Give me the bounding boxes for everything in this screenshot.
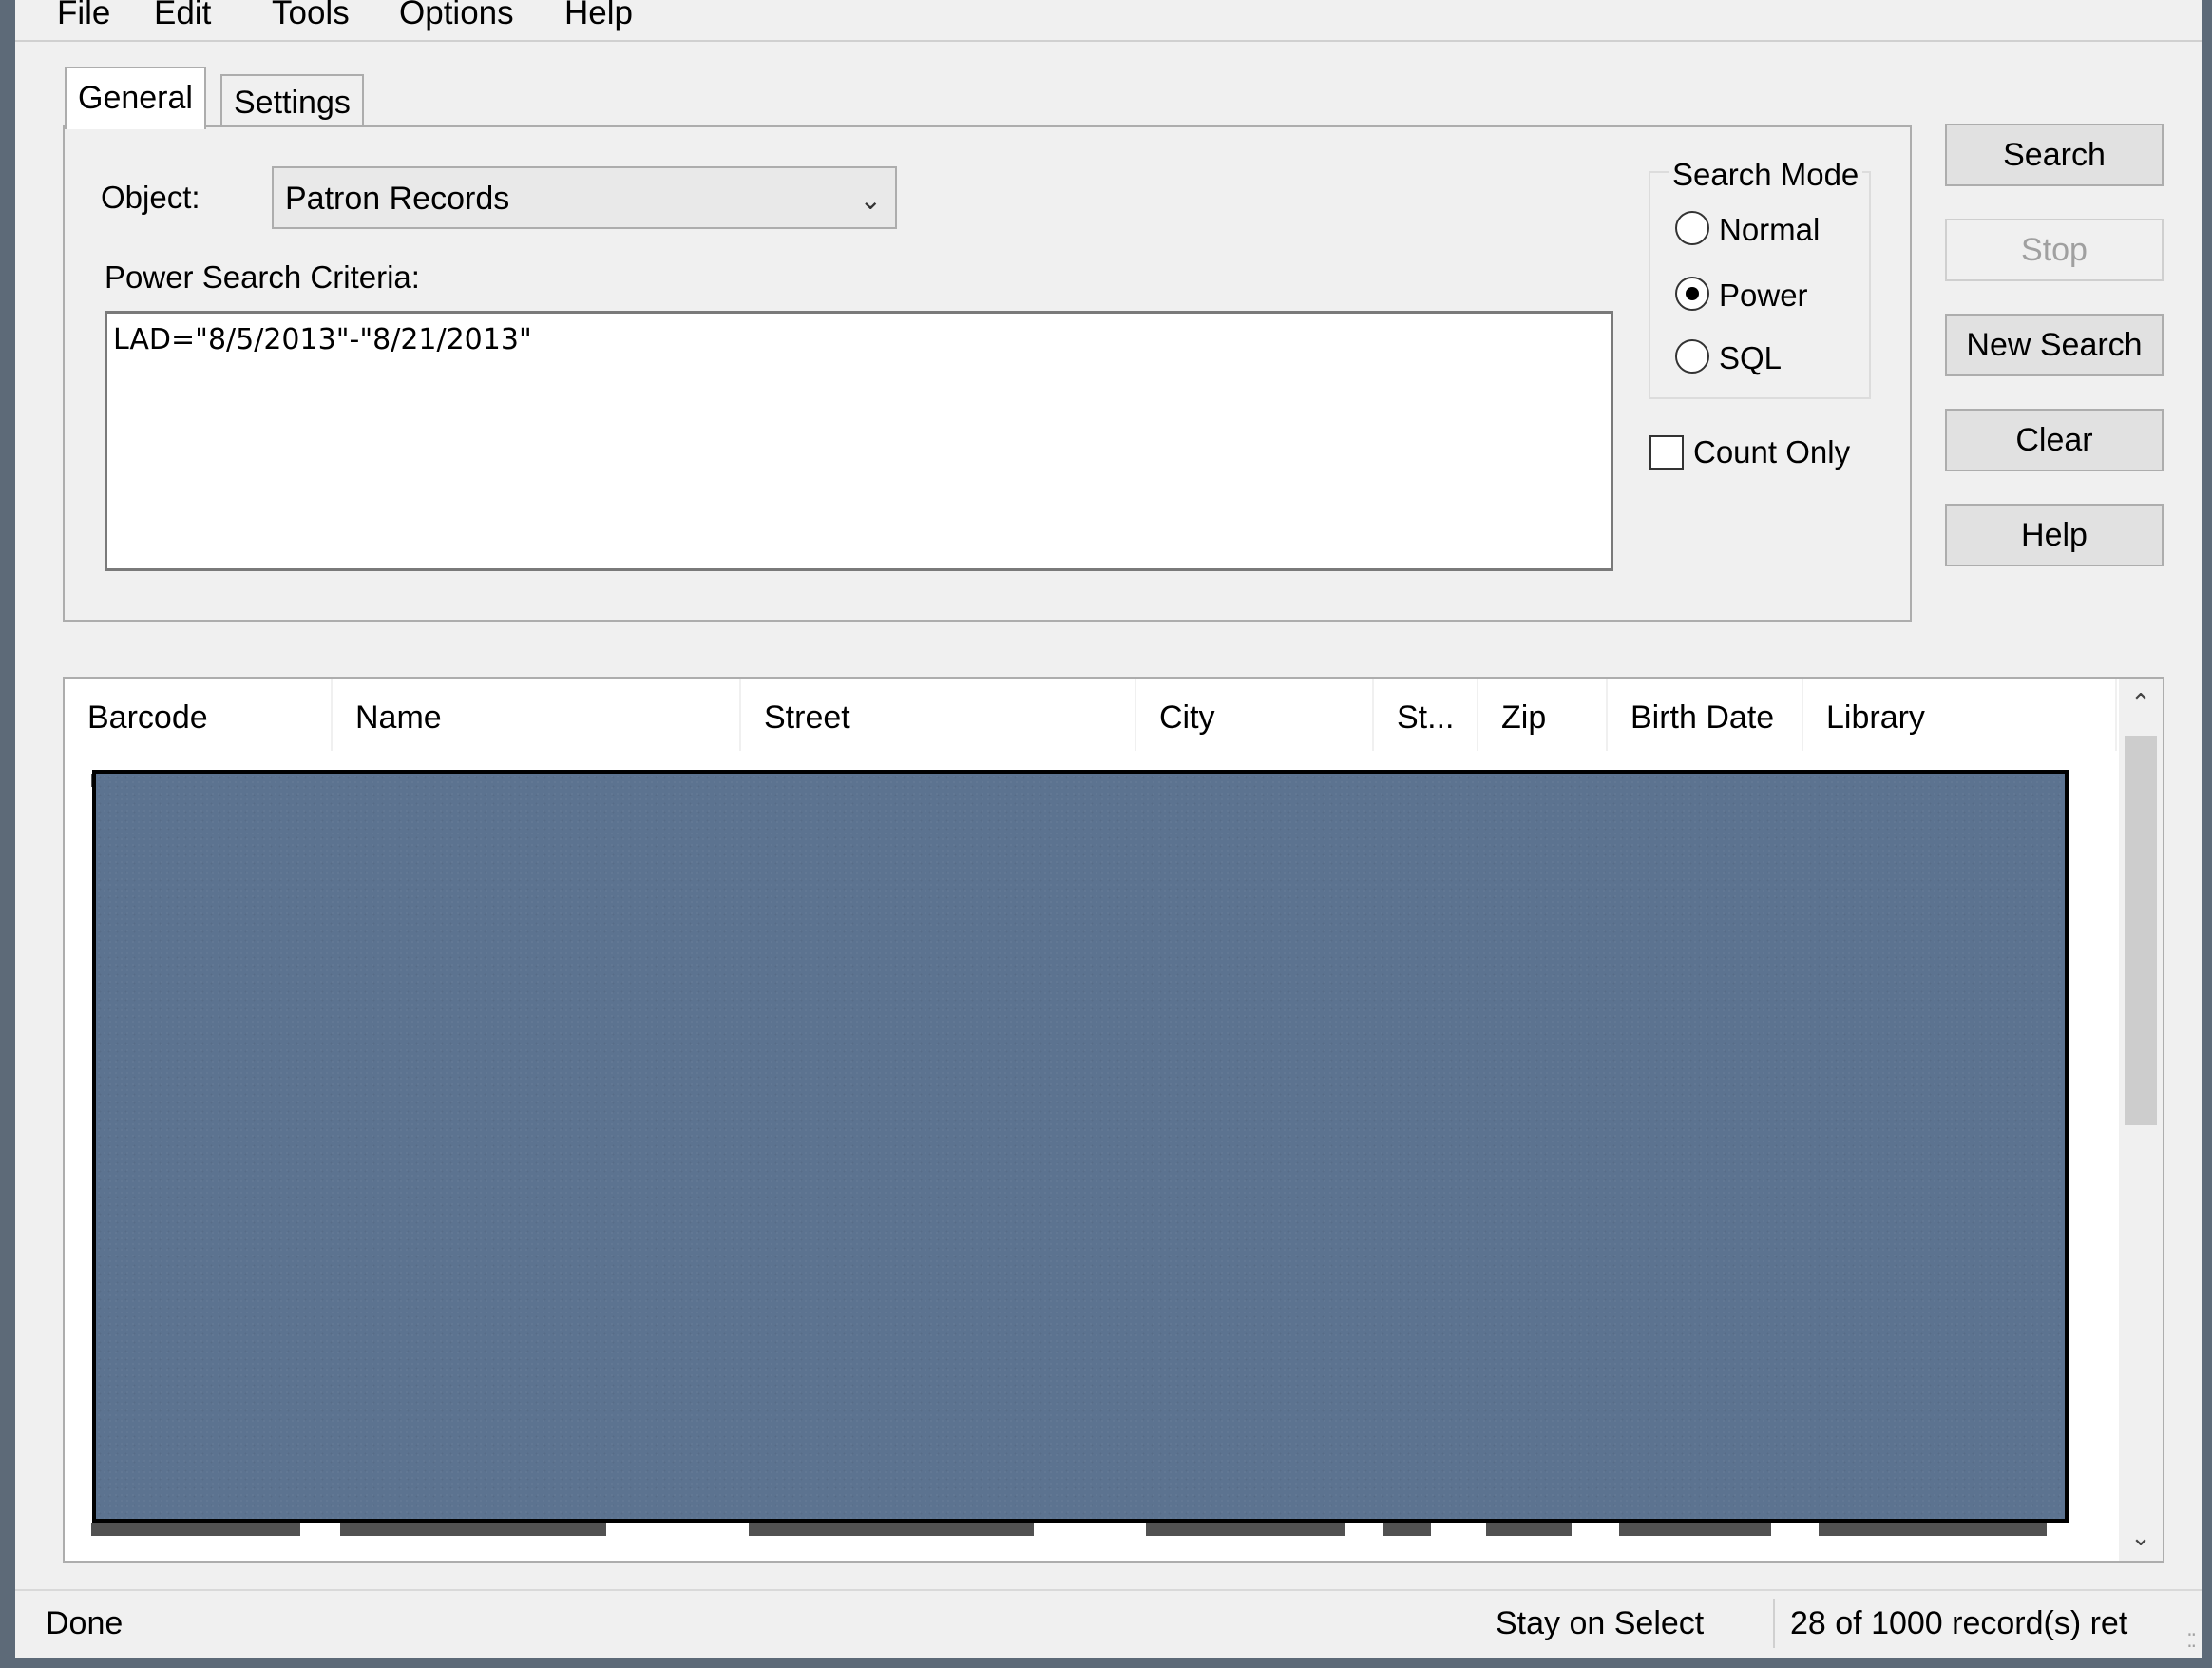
menu-edit[interactable]: Edit xyxy=(154,0,211,34)
menu-help[interactable]: Help xyxy=(564,0,633,34)
help-button[interactable]: Help xyxy=(1945,504,2164,566)
chevron-down-icon: ⌄ xyxy=(859,185,882,215)
radio-normal-label: Normal xyxy=(1719,212,1821,247)
status-mode: Stay on Select xyxy=(1496,1605,1705,1641)
status-bar: Done Stay on Select 28 of 1000 record(s)… xyxy=(15,1589,2202,1658)
menu-options[interactable]: Options xyxy=(399,0,514,34)
radio-power-label: Power xyxy=(1719,278,1808,313)
list-item[interactable] xyxy=(91,1523,2125,1545)
menu-tools[interactable]: Tools xyxy=(272,0,350,34)
column-street[interactable]: Street xyxy=(741,679,1136,751)
criteria-label: Power Search Criteria: xyxy=(105,259,420,295)
object-select[interactable]: Patron Records ⌄ xyxy=(272,166,897,229)
status-divider xyxy=(1773,1599,1775,1648)
scroll-up-icon[interactable]: ⌃ xyxy=(2119,679,2163,726)
radio-normal[interactable] xyxy=(1675,211,1709,245)
column-city[interactable]: City xyxy=(1136,679,1374,751)
object-select-value: Patron Records xyxy=(285,181,510,217)
stop-button[interactable]: Stop xyxy=(1945,219,2164,281)
results-header: Barcode Name Street City St... Zip Birth… xyxy=(65,679,2117,751)
column-name[interactable]: Name xyxy=(333,679,741,751)
status-text: Done xyxy=(46,1605,124,1641)
redaction-block xyxy=(92,770,2069,1523)
menu-bar: File Edit Tools Options Help xyxy=(15,0,2202,42)
status-record-count: 28 of 1000 record(s) ret xyxy=(1790,1605,2128,1641)
radio-sql-label: SQL xyxy=(1719,340,1783,375)
count-only-checkbox[interactable] xyxy=(1649,435,1684,470)
new-search-button[interactable]: New Search xyxy=(1945,314,2164,376)
resize-grip-icon[interactable]: ⁚⁚ xyxy=(2186,1629,2197,1653)
results-scrollbar[interactable]: ⌃ ⌄ xyxy=(2119,679,2163,1561)
column-birth-date[interactable]: Birth Date xyxy=(1608,679,1803,751)
column-library[interactable]: Library xyxy=(1803,679,2117,751)
scroll-thumb[interactable] xyxy=(2125,736,2157,1125)
radio-sql[interactable] xyxy=(1675,339,1709,374)
scroll-down-icon[interactable]: ⌄ xyxy=(2119,1513,2163,1561)
radio-power[interactable] xyxy=(1675,277,1709,311)
column-zip[interactable]: Zip xyxy=(1478,679,1608,751)
criteria-textarea[interactable]: LAD="8/5/2013"-"8/21/2013" xyxy=(105,311,1613,571)
clear-button[interactable]: Clear xyxy=(1945,409,2164,471)
search-button[interactable]: Search xyxy=(1945,124,2164,186)
radio-selected-dot xyxy=(1686,287,1699,300)
menu-file[interactable]: File xyxy=(57,0,110,34)
object-label: Object: xyxy=(101,180,200,215)
tab-general[interactable]: General xyxy=(65,67,206,129)
column-barcode[interactable]: Barcode xyxy=(65,679,333,751)
search-mode-legend: Search Mode xyxy=(1669,156,1863,194)
tab-settings[interactable]: Settings xyxy=(220,74,364,127)
count-only-label: Count Only xyxy=(1693,434,1851,470)
column-state[interactable]: St... xyxy=(1374,679,1478,751)
